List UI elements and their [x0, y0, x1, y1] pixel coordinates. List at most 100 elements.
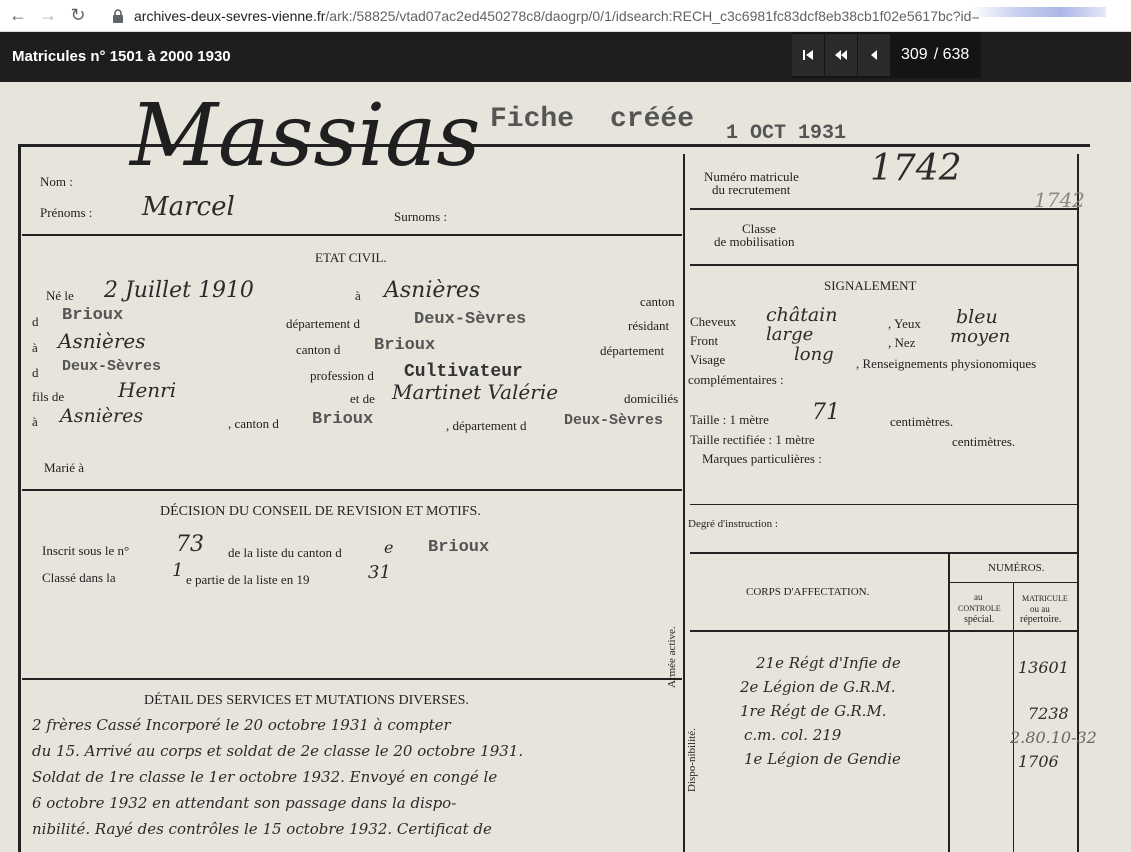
domicilies-label: domiciliés — [624, 391, 679, 406]
divider-classe — [690, 264, 1078, 266]
departement-label-3: , département d — [446, 418, 527, 433]
controle-label-2: CONTROLE — [958, 604, 1001, 613]
corps-line-5: 1e Légion de Gendie — [744, 750, 901, 768]
taille-value: 71 — [812, 400, 840, 425]
form-border-right — [1077, 154, 1079, 852]
controle-label-3: spécial. — [964, 614, 995, 625]
prenoms-label: Prénoms : — [40, 205, 93, 220]
partie-label: e partie de la liste en 19 — [186, 572, 310, 587]
service-line-3: Soldat de 1re classe le 1er octobre 1932… — [32, 768, 498, 786]
canton-d-label: canton d — [296, 342, 341, 357]
classe-label-2: de mobilisation — [714, 234, 795, 249]
ne-le-label: Né le — [46, 288, 74, 303]
detail-heading: DÉTAIL DES SERVICES ET MUTATIONS DIVERSE… — [144, 693, 469, 708]
liste-canton-hw: e — [384, 538, 394, 557]
front-value: large — [766, 324, 814, 345]
controle-label-1: au — [974, 592, 983, 602]
canton-d-label-2: , canton d — [228, 416, 279, 431]
centimetres-label: centimètres. — [890, 414, 954, 429]
d-label-2: d — [32, 365, 39, 380]
mother: Martinet Valérie — [392, 380, 559, 404]
a-label-3: à — [32, 414, 38, 429]
matricule-label-3: répertoire. — [1020, 614, 1062, 625]
url-path: /ark:/58825/vtad07ac2ed450278c8/daogrp/0… — [325, 8, 980, 24]
profession-label: profession d — [310, 368, 374, 383]
nom-label: Nom : — [40, 174, 73, 189]
service-line-4: 6 octobre 1932 en attendant son passage … — [32, 794, 457, 812]
current-page-input[interactable]: 309 — [901, 46, 928, 64]
departement-value: Deux-Sèvres — [414, 310, 527, 329]
decision-heading: DÉCISION DU CONSEIL DE REVISION ET MOTIF… — [160, 504, 481, 519]
lock-icon — [113, 9, 123, 23]
etat-civil-heading: ETAT CIVIL. — [315, 250, 387, 265]
nez-label: , Nez — [888, 335, 916, 350]
domicile: Asnières — [60, 405, 144, 427]
service-line-5: nibilité. Rayé des contrôles le 15 octob… — [32, 820, 492, 838]
corps-heading: CORPS D'AFFECTATION. — [746, 586, 870, 598]
pagination: 309 / 638 — [792, 32, 982, 78]
nez-value: moyen — [950, 326, 1011, 347]
divider-numero — [690, 208, 1078, 210]
divider-mat-col — [1013, 582, 1014, 852]
matricule-value-1: 13601 — [1018, 658, 1069, 677]
liste-canton-label: de la liste du canton d — [228, 545, 342, 560]
yeux-label: , Yeux — [888, 316, 921, 331]
back-arrow-icon[interactable]: ← — [6, 4, 30, 28]
renseignements-label: , Renseignements physionomiques — [856, 356, 1037, 371]
partie-value: 1 — [172, 560, 184, 581]
birth-place: Asnières — [384, 278, 481, 303]
surnoms-label: Surnoms : — [394, 209, 448, 224]
document-title: Matricules n° 1501 à 2000 1930 — [12, 48, 231, 65]
divider-numeros — [950, 582, 1078, 583]
column-divider — [683, 154, 685, 852]
numero-small: 1742 — [1034, 188, 1085, 212]
birth-date: 2 Juillet 1910 — [104, 278, 254, 303]
viewer-header: Matricules n° 1501 à 2000 1930 309 / 638 — [0, 32, 1131, 82]
matricule-label-1: MATRICULE — [1022, 594, 1068, 603]
marques-label: Marques particulières : — [702, 451, 822, 466]
visage-label: Visage — [690, 352, 726, 367]
liste-canton-value: Brioux — [428, 538, 490, 557]
rewind-button[interactable] — [825, 34, 857, 76]
nom-value: Massias — [130, 86, 481, 186]
domicile-dept: Deux-Sèvres — [564, 412, 664, 429]
total-pages: / 638 — [933, 46, 970, 63]
canton-label: canton — [640, 294, 675, 309]
forward-arrow-icon[interactable]: → — [36, 4, 60, 28]
degre-label: Degré d'instruction : — [688, 518, 778, 530]
marie-label: Marié à — [44, 460, 85, 475]
resident-label: résidant — [628, 318, 670, 333]
divider-degre — [690, 504, 1078, 505]
canton-value: Brioux — [62, 306, 124, 325]
et-de-label: et de — [350, 391, 375, 406]
residence-dept: Deux-Sèvres — [62, 358, 162, 375]
numero-label-2: du recrutement — [712, 182, 791, 197]
divider-corps-body — [690, 630, 1078, 632]
first-page-icon — [803, 50, 813, 60]
url-redaction — [971, 7, 1106, 17]
corps-line-4: c.m. col. 219 — [744, 726, 842, 744]
armee-active-label: Armée active. — [666, 626, 678, 688]
first-page-button[interactable] — [792, 34, 824, 76]
matricule-label-2: ou au — [1030, 604, 1050, 614]
date-stamp: 1 OCT 1931 — [726, 122, 847, 145]
fiche-stamp: Fiche — [490, 104, 575, 135]
matricule-value-3: 1706 — [1018, 752, 1059, 771]
signalement-heading: SIGNALEMENT — [824, 278, 917, 293]
fils-de-label: fils de — [32, 389, 65, 404]
inscrit-label: Inscrit sous le n° — [42, 543, 130, 558]
complementaires-label: complémentaires : — [688, 372, 784, 387]
departement-label: département d — [286, 316, 360, 331]
cheveux-label: Cheveux — [690, 314, 737, 329]
document-image[interactable]: Fiche créée 1 OCT 1931 Nom : Massias Pré… — [0, 82, 1131, 852]
residence-canton: Brioux — [374, 336, 436, 355]
previous-page-button[interactable] — [858, 34, 890, 76]
divider-corps-col — [948, 554, 950, 852]
matricule-value-2: 7238 — [1028, 704, 1069, 723]
margin-note: 2.80.10-32 — [1010, 728, 1097, 747]
url-host: archives-deux-sevres-vienne.fr — [134, 8, 326, 24]
numero-value: 1742 — [870, 148, 962, 189]
annee-value: 31 — [368, 562, 391, 583]
reload-icon[interactable]: ↻ — [66, 4, 90, 28]
prenoms-value: Marcel — [142, 192, 235, 222]
